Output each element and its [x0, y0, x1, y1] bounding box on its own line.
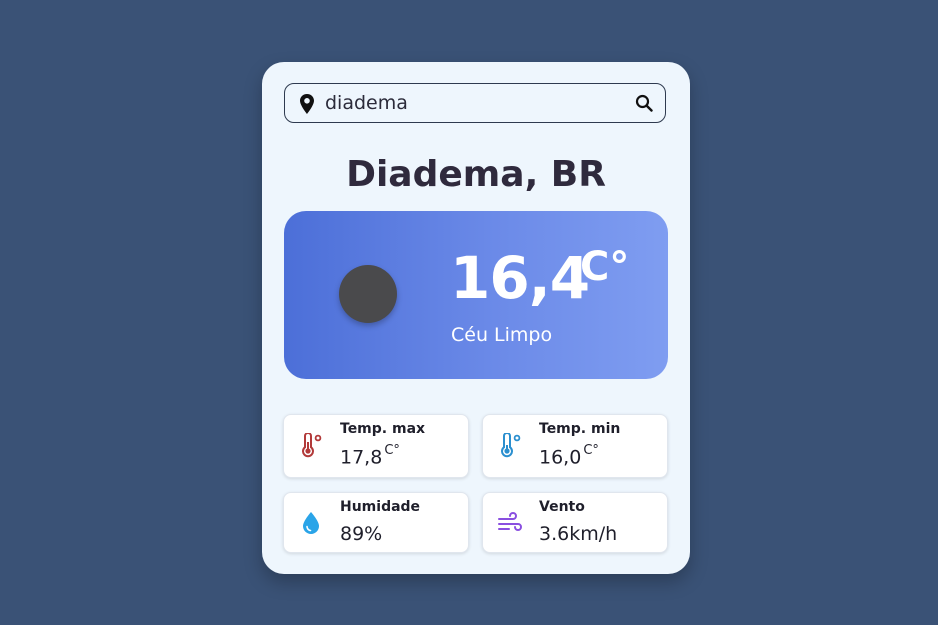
weather-card: Diadema, BR 16,4 C° Céu Limpo Temp. max … — [262, 62, 690, 574]
stat-value: 89% — [340, 523, 383, 545]
stat-humidity: Humidade 89% — [283, 492, 469, 553]
thermometer-hot-icon — [302, 433, 322, 458]
stat-label: Vento — [539, 499, 585, 515]
stat-wind: Vento 3.6km/h — [482, 492, 668, 553]
stat-number: 17,8 — [340, 446, 383, 469]
weather-description: Céu Limpo — [451, 324, 553, 346]
stat-number: 16,0 — [539, 446, 582, 469]
location-pin-icon — [300, 94, 314, 114]
search-input[interactable] — [325, 90, 615, 116]
stat-unit: C° — [583, 443, 599, 458]
stat-value: 3.6km/h — [539, 523, 618, 545]
stat-value: 16,0 C° — [539, 443, 599, 469]
current-weather-panel: 16,4 C° Céu Limpo — [284, 211, 668, 379]
weather-icon — [339, 265, 397, 323]
search-bar — [284, 83, 666, 123]
stat-value: 17,8 C° — [340, 443, 400, 469]
current-temperature: 16,4 — [450, 244, 590, 312]
search-icon[interactable] — [635, 94, 653, 112]
stat-unit: C° — [384, 443, 400, 458]
stat-temp-min: Temp. min 16,0 C° — [482, 414, 668, 478]
temperature-unit: C° — [580, 244, 630, 290]
stat-label: Humidade — [340, 499, 421, 515]
water-drop-icon — [303, 512, 319, 534]
stat-label: Temp. min — [539, 421, 621, 437]
stat-label: Temp. max — [340, 421, 426, 437]
wind-icon — [498, 512, 522, 531]
city-name: Diadema, BR — [346, 154, 606, 195]
thermometer-cold-icon — [501, 433, 521, 458]
stat-temp-max: Temp. max 17,8 C° — [283, 414, 469, 478]
